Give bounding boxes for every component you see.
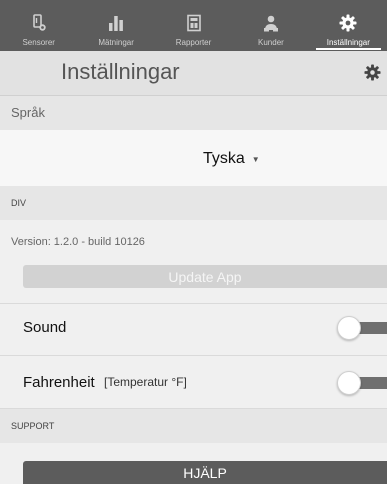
- update-app-button[interactable]: Update App: [23, 265, 387, 288]
- help-button[interactable]: HJÄLP: [23, 461, 387, 484]
- page-header: Inställningar: [0, 51, 387, 96]
- language-value: Tyska: [203, 150, 245, 167]
- toggle-knob: [337, 371, 361, 395]
- tab-label: Inställningar: [326, 38, 370, 47]
- section-label: DIV: [11, 198, 27, 208]
- section-label: SUPPORT: [11, 421, 55, 431]
- div-section-header: DIV: [0, 186, 387, 220]
- sensor-icon: [32, 14, 46, 31]
- language-row: Tyska ▼: [0, 130, 387, 186]
- sound-toggle[interactable]: [337, 316, 387, 340]
- setting-label: Sound: [23, 319, 67, 336]
- tab-label: Sensorer: [22, 38, 55, 47]
- gear-icon: [339, 14, 357, 32]
- version-row: Version: 1.2.0 - build 10126 Update App: [0, 220, 387, 304]
- gear-icon[interactable]: [364, 64, 381, 81]
- fahrenheit-toggle[interactable]: [337, 371, 387, 395]
- setting-label: Fahrenheit: [23, 374, 95, 391]
- bar-chart-icon: [109, 16, 124, 31]
- customers-icon: [263, 15, 278, 32]
- tab-label: Kunder: [258, 38, 284, 47]
- tab-sensorer[interactable]: Sensorer: [0, 0, 77, 51]
- setting-sublabel: [Temperatur °F]: [104, 375, 187, 389]
- tab-matningar[interactable]: Mätningar: [77, 0, 154, 51]
- version-text: Version: 1.2.0 - build 10126: [11, 236, 145, 248]
- tab-label: Mätningar: [98, 38, 134, 47]
- section-label: Språk: [11, 105, 45, 120]
- sound-setting-row: Sound: [0, 304, 387, 356]
- toggle-knob: [337, 316, 361, 340]
- tab-label: Rapporter: [175, 38, 212, 47]
- language-section-header: Språk: [0, 96, 387, 130]
- page-title: Inställningar: [61, 59, 180, 84]
- tab-kunder[interactable]: Kunder: [232, 0, 309, 51]
- tab-installningar[interactable]: Inställningar: [310, 0, 387, 51]
- support-section-header: SUPPORT: [0, 409, 387, 443]
- tab-rapporter[interactable]: Rapporter: [155, 0, 232, 51]
- fahrenheit-setting-row: Fahrenheit [Temperatur °F]: [0, 356, 387, 409]
- tab-bar: Sensorer Mätningar Rapporter Kunder Inst…: [0, 0, 387, 51]
- language-select[interactable]: Tyska ▼: [203, 150, 260, 168]
- report-icon: [186, 14, 201, 32]
- chevron-down-icon: ▼: [251, 154, 260, 164]
- help-row: HJÄLP: [0, 443, 387, 484]
